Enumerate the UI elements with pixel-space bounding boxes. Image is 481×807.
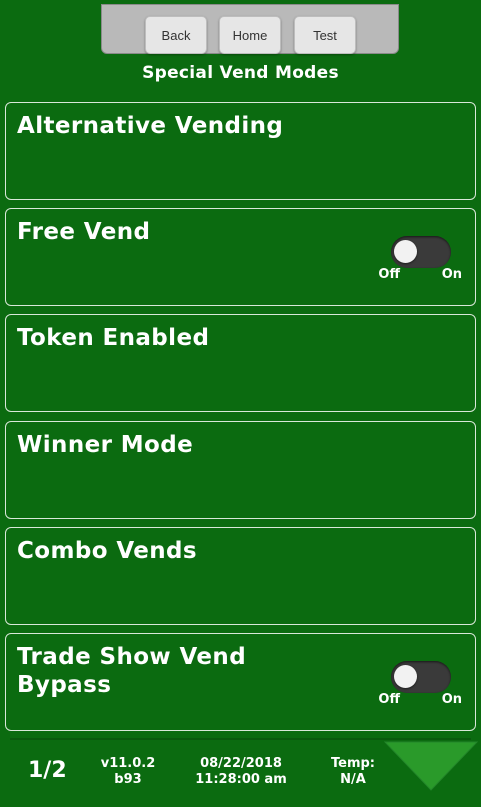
menu-item-label: Alternative Vending — [17, 113, 284, 139]
menu-item-winner-mode[interactable]: Winner Mode — [5, 421, 476, 519]
build-number: b93 — [114, 772, 142, 787]
menu-item-label: Token Enabled — [17, 325, 210, 351]
toggle-off-label: Off — [378, 267, 400, 282]
menu-item-free-vend[interactable]: Free Vend Off On — [5, 208, 476, 306]
time-text: 11:28:00 am — [195, 772, 287, 787]
test-button[interactable]: Test — [294, 16, 356, 54]
date-text: 08/22/2018 — [200, 756, 282, 771]
menu-item-label: Trade Show Vend Bypass — [17, 644, 247, 698]
trade-show-vend-bypass-toggle[interactable] — [391, 661, 451, 693]
toggle-on-label: On — [441, 692, 462, 707]
version-info: v11.0.2 b93 — [100, 756, 156, 788]
toggle-knob — [394, 240, 417, 263]
date-time: 08/22/2018 11:28:00 am — [186, 756, 296, 788]
menu-item-combo-vends[interactable]: Combo Vends — [5, 527, 476, 625]
back-button[interactable]: Back — [145, 16, 207, 54]
free-vend-toggle[interactable] — [391, 236, 451, 268]
screen: Back Home Test Special Vend Modes Altern… — [0, 0, 481, 807]
temp-value: N/A — [340, 772, 366, 787]
menu-item-label: Free Vend — [17, 219, 151, 245]
menu-item-token-enabled[interactable]: Token Enabled — [5, 314, 476, 412]
page-title: Special Vend Modes — [142, 63, 339, 83]
menu-item-label: Winner Mode — [17, 432, 194, 458]
triangle-down-icon[interactable] — [383, 740, 479, 792]
menu-item-alternative-vending[interactable]: Alternative Vending — [5, 102, 476, 200]
version-number: v11.0.2 — [100, 756, 156, 771]
menu-item-label: Combo Vends — [17, 538, 197, 564]
toggle-on-label: On — [441, 267, 462, 282]
temp-label: Temp: — [330, 756, 375, 771]
toggle-knob — [394, 665, 417, 688]
page-indicator: 1/2 — [28, 758, 67, 783]
toggle-off-label: Off — [378, 692, 400, 707]
temperature: Temp: N/A — [325, 756, 381, 788]
menu-item-trade-show-vend-bypass[interactable]: Trade Show Vend Bypass Off On — [5, 633, 476, 731]
home-button[interactable]: Home — [219, 16, 281, 54]
